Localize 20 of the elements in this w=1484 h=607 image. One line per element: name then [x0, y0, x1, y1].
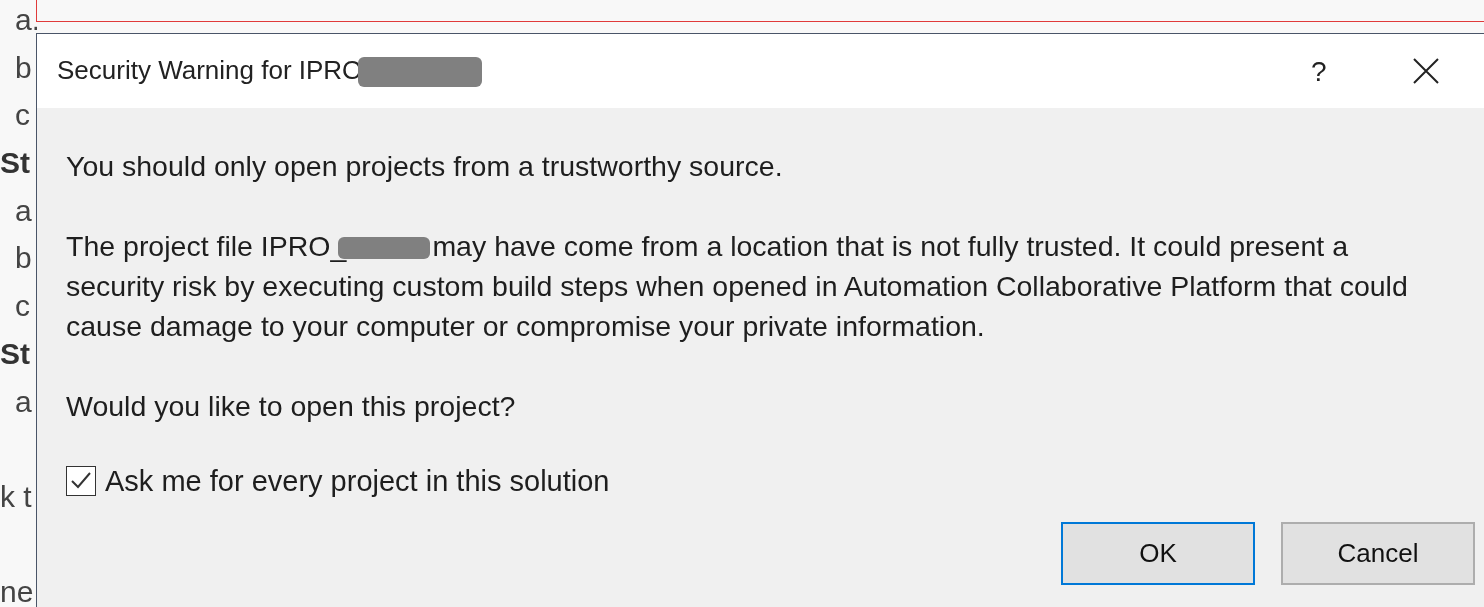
document-text: a.: [14, 3, 37, 36]
document-text: b: [14, 50, 32, 84]
help-button[interactable]: ?: [1303, 52, 1335, 92]
checkbox-label[interactable]: Ask me for every project in this solution: [105, 464, 610, 498]
document-text: St: [0, 336, 30, 370]
document-text: a: [14, 193, 32, 227]
document-text: a: [14, 384, 32, 418]
document-text: ne: [0, 575, 34, 607]
message-text: Would you like to open this project?: [66, 389, 517, 424]
ok-button[interactable]: OK: [1061, 522, 1255, 585]
document-text: c: [14, 98, 30, 132]
document-text: St: [0, 146, 30, 180]
close-icon: [1413, 58, 1439, 84]
document-text: b: [14, 241, 32, 275]
message-text: You should only open projects from a trustworthy source.: [66, 149, 784, 184]
checkbox[interactable]: [66, 466, 96, 496]
document-text: k t: [0, 479, 32, 513]
cancel-button[interactable]: Cancel: [1281, 522, 1475, 585]
document-text: c: [14, 289, 30, 323]
message-text: The project file IPRO_ may have come from a location that is not fully trusted. It could present a security risk by executing custom build steps when opened in Automation Collaborative Platform that could cause damage to your computer or compromise your private information.: [66, 229, 1409, 344]
